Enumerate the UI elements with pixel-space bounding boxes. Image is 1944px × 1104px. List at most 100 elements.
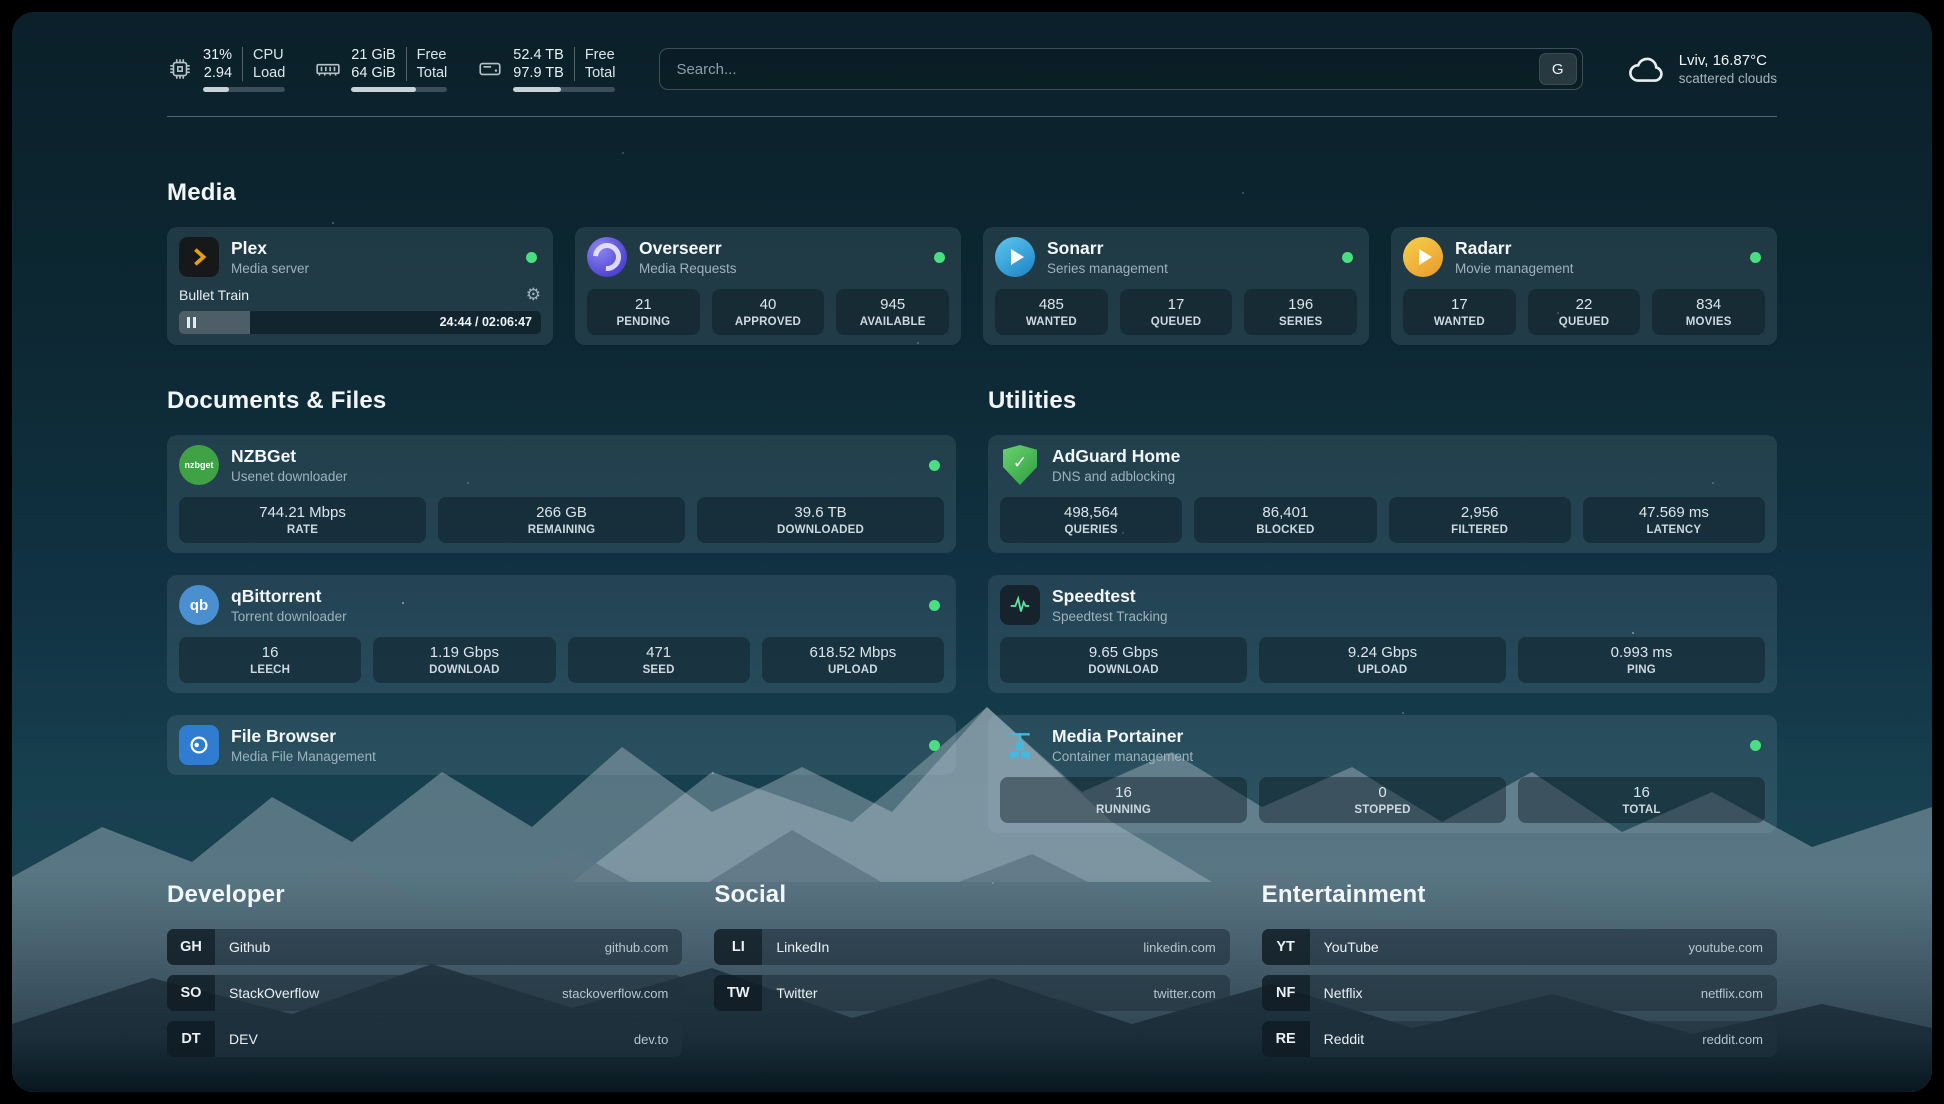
stat-value: 21 [591, 295, 696, 314]
stat-value: 471 [572, 643, 746, 662]
bookmark-abbr: SO [167, 975, 215, 1011]
weather-widget: Lviv, 16.87°C scattered clouds [1627, 52, 1777, 86]
status-dot [1750, 740, 1761, 751]
bookmark-list: YTYouTubeyoutube.comNFNetflixnetflix.com… [1262, 929, 1777, 1057]
service-card-qbittorrent[interactable]: qb qBittorrent Torrent downloader 16LEEC… [167, 575, 956, 693]
bookmark-name: Github [229, 939, 605, 955]
stat-box: 945AVAILABLE [836, 289, 949, 335]
service-card-overseerr[interactable]: Overseerr Media Requests 21PENDING40APPR… [575, 227, 961, 345]
disk-progress-bar [513, 87, 615, 92]
section-media: Media Plex Media server Bullet [167, 179, 1777, 345]
service-subtitle: Usenet downloader [231, 469, 917, 484]
stat-label: LATENCY [1587, 524, 1761, 536]
service-subtitle: Movie management [1455, 261, 1738, 276]
search-input[interactable] [674, 60, 1538, 79]
service-card-speedtest[interactable]: Speedtest Speedtest Tracking 9.65 GbpsDO… [988, 575, 1777, 693]
section-title-documents: Documents & Files [167, 387, 956, 415]
section-documents: Documents & Files nzbget NZBGet Usenet d… [167, 387, 956, 775]
stat-label: WANTED [999, 316, 1104, 328]
stat-value: 16 [1522, 783, 1761, 802]
top-bar: 31% 2.94 CPU Load [167, 46, 1777, 92]
bookmark-group-social: Social LILinkedInlinkedin.comTWTwittertw… [714, 881, 1229, 1057]
service-card-portainer[interactable]: Media Portainer Container management 16R… [988, 715, 1777, 833]
bookmark-abbr: RE [1262, 1021, 1310, 1057]
settings-gear-icon[interactable]: ⚙ [526, 286, 541, 303]
stat-value: 2,956 [1393, 503, 1567, 522]
cpu-icon [167, 56, 193, 82]
bookmark-list: GHGithubgithub.com SO StackOverflowstackov… [167, 929, 682, 1057]
now-playing-row: Bullet Train ⚙ [179, 286, 541, 303]
stat-value: 834 [1656, 295, 1761, 314]
stat-box: 16RUNNING [1000, 777, 1247, 823]
disk-total: 97.9 TB [513, 64, 564, 82]
service-card-radarr[interactable]: Radarr Movie management 17WANTED22QUEUED… [1391, 227, 1777, 345]
stat-box: 16LEECH [179, 637, 361, 683]
stat-value: 39.6 TB [701, 503, 940, 522]
stat-label: REMAINING [442, 524, 681, 536]
divider [242, 47, 243, 81]
search-provider-button[interactable]: G [1539, 53, 1577, 85]
stat-label: DOWNLOAD [1004, 664, 1243, 676]
bookmark-stackoverflow[interactable]: SO StackOverflowstackoverflow.com [167, 975, 682, 1011]
stat-value: 485 [999, 295, 1104, 314]
bookmark-group-developer: Developer GHGithubgithub.comSOStackOverf… [167, 881, 682, 1057]
pause-icon[interactable] [187, 317, 196, 328]
playback-progress-bar[interactable]: 24:44 / 02:06:47 [179, 311, 541, 334]
stat-value: 196 [1248, 295, 1353, 314]
service-card-plex[interactable]: Plex Media server Bullet Train ⚙ 24:44 /… [167, 227, 553, 345]
bookmark-abbr: YT [1262, 929, 1310, 965]
bookmark-name: DEV [229, 1031, 634, 1047]
stat-label: RUNNING [1004, 804, 1243, 816]
stat-box: 16 TOTAL [1518, 777, 1765, 823]
service-subtitle: Torrent downloader [231, 609, 917, 624]
stats-row: 9.65 GbpsDOWNLOAD9.24 GbpsUPLOAD0.993 ms… [1000, 637, 1765, 683]
service-card-nzbget[interactable]: nzbget NZBGet Usenet downloader 744.21 M… [167, 435, 956, 553]
stat-label: SEED [572, 664, 746, 676]
bookmark-group-title: Entertainment [1262, 881, 1777, 909]
stat-box: 471 SEED [568, 637, 750, 683]
overseerr-icon [587, 237, 627, 277]
weather-location: Lviv, 16.87°C [1679, 52, 1777, 69]
nzbget-icon-label: nzbget [185, 460, 214, 470]
stat-box: 485 WANTED [995, 289, 1108, 335]
stat-label: TOTAL [1522, 804, 1761, 816]
service-card-adguard[interactable]: AdGuard Home DNS and adblocking 498,564Q… [988, 435, 1777, 553]
bookmark-netflix[interactable]: NFNetflixnetflix.com [1262, 975, 1777, 1011]
service-name: Overseerr [639, 238, 922, 259]
divider [574, 47, 575, 81]
service-card-sonarr[interactable]: Sonarr Series management 485WANTED17QUEU… [983, 227, 1369, 345]
bookmark-github[interactable]: GHGithubgithub.com [167, 929, 682, 965]
stat-value: 86,401 [1198, 503, 1372, 522]
service-name: Radarr [1455, 238, 1738, 259]
stat-value: 16 [183, 643, 357, 662]
stat-label: PENDING [591, 316, 696, 328]
stat-label: RATE [183, 524, 422, 536]
stat-label: APPROVED [716, 316, 821, 328]
bookmark-url: netflix.com [1701, 986, 1763, 1001]
resource-widgets: 31% 2.94 CPU Load [167, 46, 615, 92]
bookmark-linkedin[interactable]: LILinkedInlinkedin.com [714, 929, 1229, 965]
bookmark-youtube[interactable]: YTYouTubeyoutube.com [1262, 929, 1777, 965]
bookmark-name: YouTube [1324, 939, 1689, 955]
cpu-load: 2.94 [204, 64, 232, 82]
divider [406, 47, 407, 81]
service-name: Media Portainer [1052, 726, 1738, 747]
bookmark-twitter[interactable]: TWTwittertwitter.com [714, 975, 1229, 1011]
portainer-icon [1000, 725, 1040, 765]
bookmark-url: stackoverflow.com [562, 986, 668, 1001]
disk-free-label: Free [585, 46, 615, 64]
stat-value: 744.21 Mbps [183, 503, 422, 522]
disk-widget: 52.4 TB 97.9 TB Free Total [477, 46, 615, 92]
stat-label: QUEUED [1532, 316, 1637, 328]
bookmark-dev[interactable]: DTDEVdev.to [167, 1021, 682, 1057]
search-bar: G [659, 48, 1582, 90]
stats-row: 498,564QUERIES86,401BLOCKED2,956FILTERED… [1000, 497, 1765, 543]
memory-icon [315, 56, 341, 82]
stat-label: UPLOAD [1263, 664, 1502, 676]
bookmark-reddit[interactable]: RERedditreddit.com [1262, 1021, 1777, 1057]
status-dot [934, 252, 945, 263]
bookmark-name: StackOverflow [229, 985, 562, 1001]
service-card-filebrowser[interactable]: File Browser Media File Management [167, 715, 956, 775]
service-name: Speedtest [1052, 586, 1765, 607]
stat-box: 21 PENDING [587, 289, 700, 335]
